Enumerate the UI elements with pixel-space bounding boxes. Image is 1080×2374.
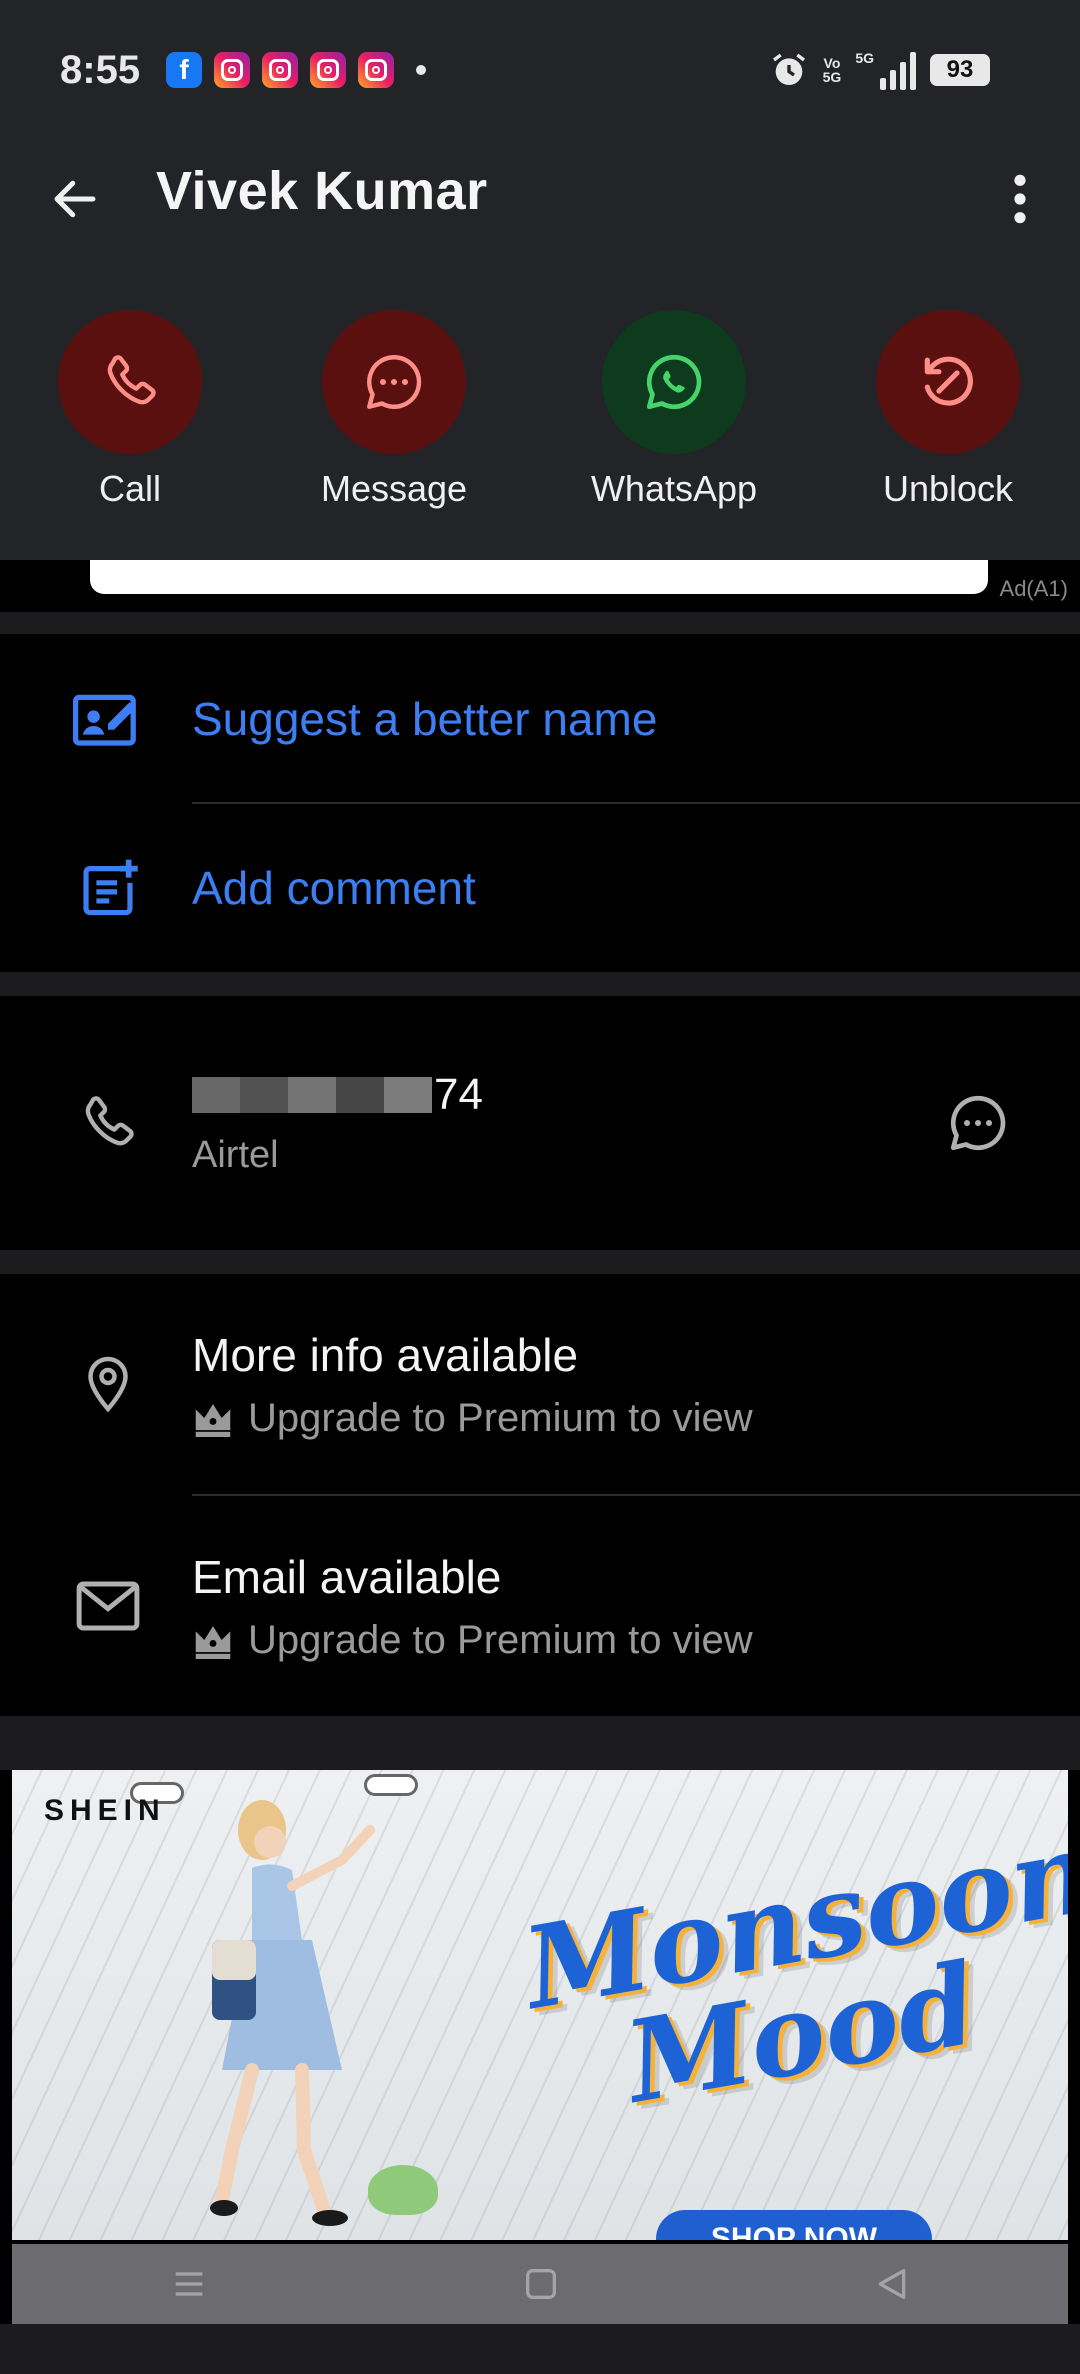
phone-icon — [70, 1085, 146, 1161]
whatsapp-icon — [646, 354, 702, 410]
chat-icon — [950, 1095, 1006, 1151]
ad-card[interactable] — [90, 560, 988, 594]
arrow-left-icon — [54, 180, 96, 218]
carrier-label: Airtel — [192, 1133, 279, 1176]
sms-button[interactable] — [944, 1089, 1012, 1157]
instagram-icon — [358, 52, 394, 88]
crown-icon — [195, 1626, 231, 1659]
contact-actions-section: Suggest a better name Add comment — [0, 634, 1080, 972]
add-comment-link[interactable]: Add comment — [192, 861, 476, 915]
add-comment-row[interactable]: Add comment — [0, 804, 1080, 972]
instagram-icon — [214, 52, 250, 88]
message-label: Message — [320, 468, 468, 509]
more-options-button[interactable] — [990, 164, 1050, 234]
contact-header: Vivek Kumar Call Message WhatsApp Unbloc… — [0, 140, 1080, 560]
more-info-title: More info available — [192, 1328, 579, 1381]
shein-banner-ad[interactable]: SHEIN Monsoon Mood SHOP NOW — [12, 1770, 1068, 2240]
unblock-action[interactable]: Unblock — [838, 310, 1058, 510]
status-bar: 8:55 f Vo 5G 5G 93 — [0, 0, 1080, 140]
home-icon[interactable] — [521, 2264, 561, 2304]
phone-details: 74 Airtel — [192, 1070, 483, 1177]
back-button[interactable] — [40, 164, 110, 234]
status-indicators: Vo 5G 5G 93 — [769, 50, 990, 90]
phone-section: 74 Airtel — [0, 996, 1080, 1250]
signal-icon: 5G — [855, 50, 916, 90]
status-time: 8:55 — [60, 48, 141, 92]
unblock-icon — [924, 356, 973, 406]
more-info-row[interactable]: More info available Upgrade to Premium t… — [0, 1274, 1080, 1494]
redacted-number — [192, 1076, 432, 1113]
unblock-label: Unblock — [882, 468, 1014, 509]
instagram-icon — [262, 52, 298, 88]
back-nav-icon[interactable] — [872, 2264, 912, 2304]
email-text: Email available Upgrade to Premium to vi… — [192, 1550, 753, 1663]
recents-icon[interactable] — [168, 2264, 210, 2304]
phone-row[interactable]: 74 Airtel — [0, 996, 1080, 1250]
message-button[interactable] — [322, 310, 466, 454]
email-title: Email available — [192, 1550, 502, 1603]
phone-number: 74 — [192, 1070, 483, 1120]
message-action[interactable]: Message — [284, 310, 504, 510]
whatsapp-action[interactable]: WhatsApp — [564, 310, 784, 510]
shop-now-button[interactable]: SHOP NOW — [656, 2210, 932, 2240]
section-gap — [0, 612, 1080, 634]
suggest-name-link[interactable]: Suggest a better name — [192, 692, 657, 746]
premium-info-section: More info available Upgrade to Premium t… — [0, 1274, 1080, 1716]
call-label: Call — [98, 468, 161, 509]
more-vert-icon — [1014, 174, 1026, 224]
unblock-button[interactable] — [876, 310, 1020, 454]
alarm-icon — [772, 53, 805, 85]
battery-indicator: 93 — [930, 54, 990, 86]
email-upgrade[interactable]: Upgrade to Premium to view — [192, 1618, 753, 1663]
email-icon — [70, 1568, 146, 1644]
whatsapp-label: WhatsApp — [590, 468, 758, 509]
section-gap — [0, 972, 1080, 996]
call-button[interactable] — [58, 310, 202, 454]
location-pin-icon — [70, 1346, 146, 1422]
crown-icon — [195, 1404, 231, 1437]
section-gap — [0, 1250, 1080, 1274]
system-nav-bar — [12, 2244, 1068, 2324]
model-illustration — [210, 1800, 375, 2226]
whatsapp-button[interactable] — [602, 310, 746, 454]
more-notifications-dot — [416, 65, 426, 75]
brand-logo: SHEIN — [44, 1794, 166, 1827]
frog-illustration — [368, 2165, 438, 2215]
call-action[interactable]: Call — [20, 310, 240, 510]
more-info-text: More info available Upgrade to Premium t… — [192, 1328, 753, 1441]
ad-tag: Ad(A1) — [999, 576, 1068, 601]
volte-indicator: Vo 5G — [822, 55, 842, 85]
phone-icon — [107, 355, 156, 405]
instagram-icon — [310, 52, 346, 88]
edit-name-icon — [70, 681, 146, 757]
quick-actions: Call Message WhatsApp Unblock — [0, 310, 1080, 530]
email-row[interactable]: Email available Upgrade to Premium to vi… — [0, 1496, 1080, 1716]
ad-strip: Ad(A1) — [0, 560, 1080, 612]
add-comment-icon — [70, 850, 146, 926]
section-gap — [0, 1716, 1080, 1770]
chat-icon — [367, 355, 422, 409]
bottom-padding — [0, 2324, 1080, 2374]
suggest-name-row[interactable]: Suggest a better name — [0, 634, 1080, 804]
more-info-upgrade[interactable]: Upgrade to Premium to view — [192, 1396, 753, 1441]
facebook-icon: f — [166, 52, 202, 88]
contact-name: Vivek Kumar — [156, 161, 488, 221]
notification-icons: f — [166, 52, 426, 88]
